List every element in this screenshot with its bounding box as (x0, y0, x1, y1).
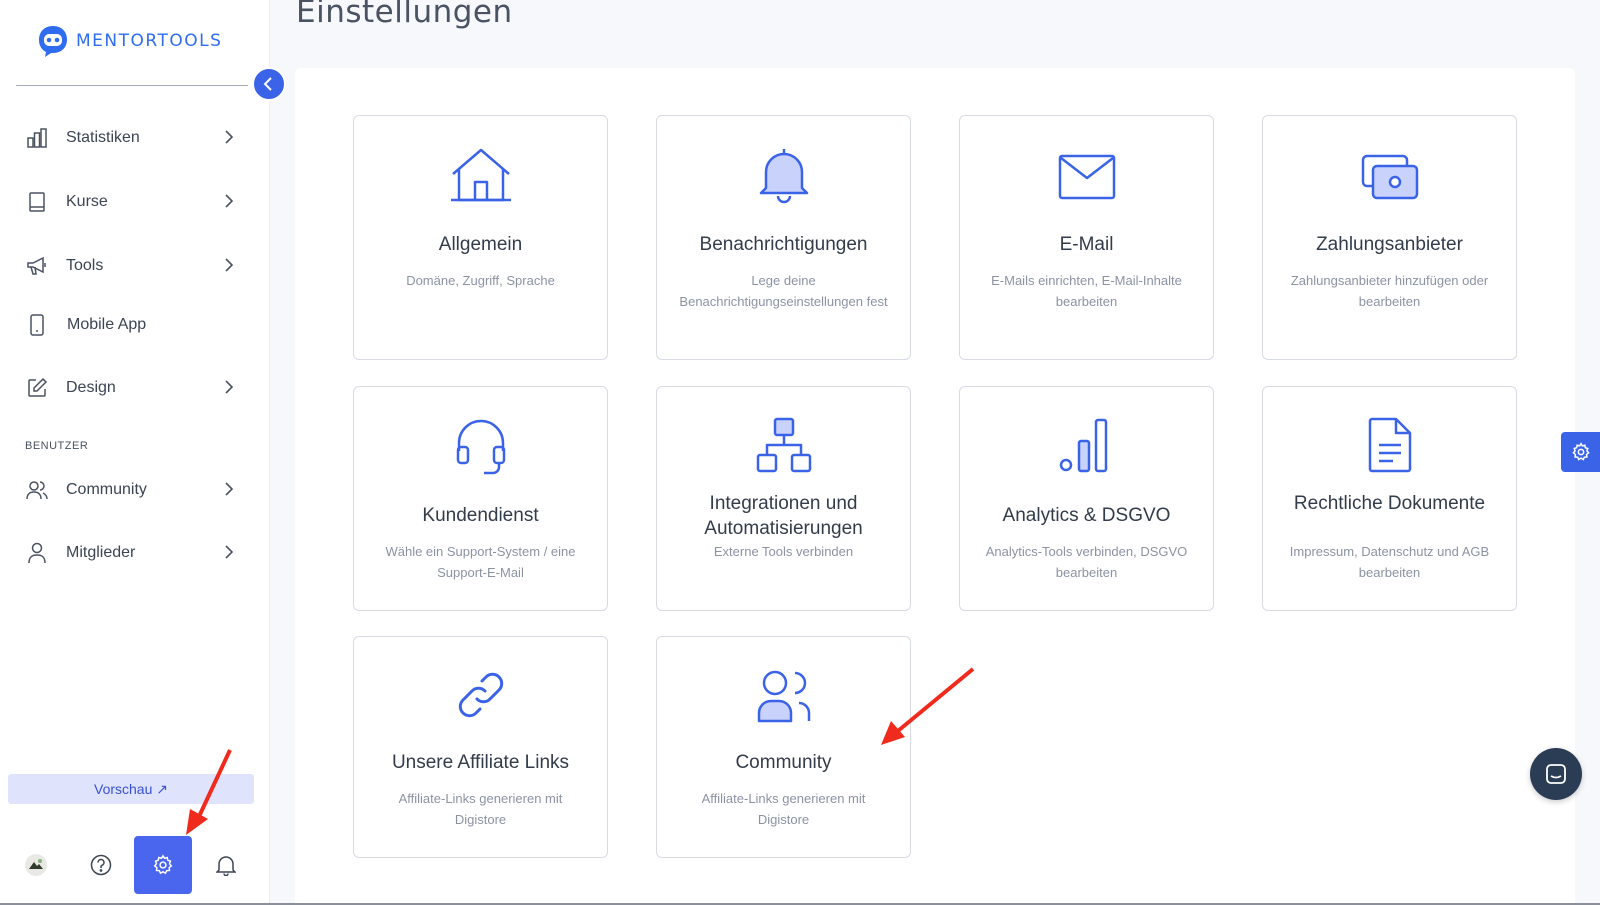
hierarchy-icon (657, 417, 910, 475)
megaphone-icon (25, 254, 49, 278)
money-icon (1263, 154, 1516, 200)
chat-icon (1546, 764, 1566, 784)
chevron-right-icon (225, 194, 234, 208)
sidebar-divider (16, 85, 248, 86)
headset-icon (354, 417, 607, 477)
sidebar-item-label: Kurse (66, 193, 108, 210)
book-icon (25, 190, 49, 214)
card-analytics[interactable]: Analytics & DSGVO Analytics-Tools verbin… (959, 386, 1214, 611)
home-icon (354, 146, 607, 204)
card-affiliate-links[interactable]: Unsere Affiliate Links Affiliate-Links g… (353, 636, 608, 858)
sidebar-item-label: Community (66, 481, 147, 498)
card-title: Zahlungsanbieter (1316, 234, 1463, 255)
card-description: Analytics-Tools verbinden, DSGVO bearbei… (985, 544, 1188, 580)
brand-name: MENTORTOOLS (76, 31, 223, 51)
card-allgemein[interactable]: Allgemein Domäne, Zugriff, Sprache (353, 115, 608, 360)
sidebar-item-label: Mobile App (67, 316, 147, 333)
bell-icon[interactable] (214, 852, 238, 878)
chevron-right-icon (225, 482, 234, 496)
sidebar-item-mitglieder[interactable]: Mitglieder (25, 537, 240, 569)
settings-button[interactable] (134, 836, 192, 894)
card-title: Integrationen und Automatisierungen (704, 493, 863, 539)
document-icon (1263, 417, 1516, 475)
chat-widget-button[interactable] (1530, 748, 1582, 800)
collapse-sidebar-button[interactable] (252, 67, 286, 101)
link-icon (354, 667, 607, 723)
sidebar-bottom-bar (0, 836, 270, 894)
card-title: Analytics & DSGVO (1002, 505, 1171, 526)
bar-chart-icon (25, 126, 49, 150)
chevron-right-icon (225, 130, 234, 144)
sidebar-item-tools[interactable]: Tools (25, 250, 240, 282)
bell-icon (657, 146, 910, 204)
users-icon (25, 478, 49, 502)
sidebar-item-statistiken[interactable]: Statistiken (25, 122, 240, 154)
avatar[interactable] (24, 853, 48, 877)
card-description: Affiliate-Links generieren mit Digistore (701, 791, 866, 827)
chevron-right-icon (225, 258, 234, 272)
gear-icon (153, 854, 173, 875)
chevron-left-icon (263, 77, 272, 91)
chevron-right-icon (225, 380, 234, 394)
card-integrationen[interactable]: Integrationen und Automatisierungen Exte… (656, 386, 911, 611)
robot-logo-icon (39, 26, 67, 57)
card-description: Wähle ein Support-System / eine Support-… (385, 544, 576, 580)
preview-button[interactable]: Vorschau ↗ (8, 774, 254, 804)
settings-panel: Allgemein Domäne, Zugriff, Sprache Benac… (295, 68, 1575, 905)
sidebar-item-community[interactable]: Community (25, 474, 240, 506)
sidebar-item-label: Design (66, 379, 116, 396)
brand-logo[interactable]: MENTORTOOLS (36, 24, 222, 58)
card-description: Zahlungsanbieter hinzufügen oder bearbei… (1290, 273, 1489, 309)
card-kundendienst[interactable]: Kundendienst Wähle ein Support-System / … (353, 386, 608, 611)
sidebar-item-design[interactable]: Design (25, 372, 240, 404)
card-community[interactable]: Community Affiliate-Links generieren mit… (656, 636, 911, 858)
mail-icon (960, 154, 1213, 200)
help-icon[interactable] (89, 853, 113, 877)
page-title: Einstellungen (296, 0, 513, 30)
card-title: Benachrichtigungen (699, 234, 868, 255)
card-description: Domäne, Zugriff, Sprache (406, 273, 555, 288)
chevron-right-icon (225, 545, 234, 559)
floating-settings-button[interactable] (1561, 432, 1600, 472)
sidebar-item-label: Mitglieder (66, 544, 136, 561)
sidebar-item-label: Tools (66, 257, 104, 274)
card-benachrichtigungen[interactable]: Benachrichtigungen Lege deine Benachrich… (656, 115, 911, 360)
card-title: Community (735, 752, 832, 773)
card-description: E-Mails einrichten, E-Mail-Inhalte bearb… (991, 273, 1182, 309)
card-description: Externe Tools verbinden (713, 544, 854, 559)
card-title: Unsere Affiliate Links (391, 752, 570, 773)
card-title: Rechtliche Dokumente (1293, 493, 1486, 514)
users-icon (657, 667, 910, 725)
section-label-benutzer: BENUTZER (25, 440, 89, 452)
edit-icon (25, 376, 49, 400)
gear-icon (1572, 442, 1590, 461)
sidebar-item-label: Statistiken (66, 129, 140, 146)
analytics-icon (960, 417, 1213, 475)
phone-icon (25, 313, 49, 337)
user-icon (25, 541, 49, 565)
card-email[interactable]: E-Mail E-Mails einrichten, E-Mail-Inhalt… (959, 115, 1214, 360)
card-description: Impressum, Datenschutz und AGB bearbeite… (1289, 544, 1490, 580)
card-title: Allgemein (438, 234, 523, 255)
card-title: E-Mail (1059, 234, 1114, 255)
card-title: Kundendienst (422, 505, 539, 526)
sidebar: MENTORTOOLS Statistiken Kurse Tools Mobi… (0, 0, 270, 905)
card-description: Affiliate-Links generieren mit Digistore (398, 791, 563, 827)
card-description: Lege deine Benachrichtigungseinstellunge… (679, 273, 888, 309)
sidebar-item-mobile-app[interactable]: Mobile App (25, 309, 240, 341)
card-zahlungsanbieter[interactable]: Zahlungsanbieter Zahlungsanbieter hinzuf… (1262, 115, 1517, 360)
sidebar-item-kurse[interactable]: Kurse (25, 186, 240, 218)
card-rechtliche-dokumente[interactable]: Rechtliche Dokumente Impressum, Datensch… (1262, 386, 1517, 611)
